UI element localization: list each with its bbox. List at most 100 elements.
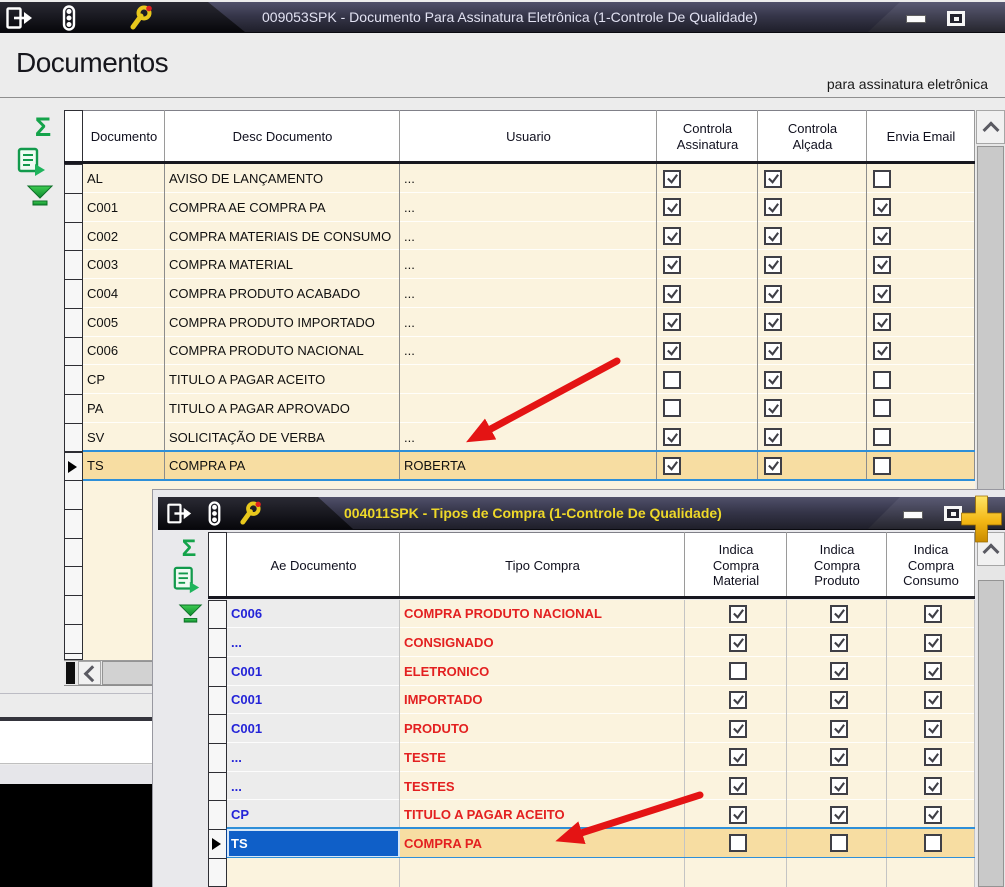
cell-envia_email[interactable] xyxy=(867,307,975,337)
cell-indica_compra_produto[interactable] xyxy=(787,685,887,715)
checkbox-envia_email[interactable] xyxy=(873,255,891,274)
cell-controla_alcada[interactable] xyxy=(758,164,867,194)
scroll-left-button-w1[interactable] xyxy=(78,661,101,685)
checkbox-controla_assinatura[interactable] xyxy=(663,198,681,217)
checkbox-indica_compra_consumo[interactable] xyxy=(924,690,942,709)
cell-ae_documento[interactable]: TS xyxy=(227,829,400,858)
checkbox-envia_email[interactable] xyxy=(873,227,891,246)
checkbox-controla_alcada[interactable] xyxy=(764,169,782,188)
cell-tipo_compra[interactable]: ELETRONICO xyxy=(400,656,685,686)
cell-indica_compra_consumo[interactable] xyxy=(887,628,975,657)
cell-ae_documento[interactable]: C006 xyxy=(227,599,400,629)
checkbox-indica_compra_produto[interactable] xyxy=(830,777,848,796)
cell-ae_documento[interactable]: C001 xyxy=(227,685,400,715)
minimize-button[interactable] xyxy=(906,15,926,23)
checkbox-envia_email[interactable] xyxy=(873,313,891,332)
titlebar-window-2[interactable]: 004011SPK - Tipos de Compra (1-Controle … xyxy=(158,497,1005,530)
checkbox-indica_compra_produto[interactable] xyxy=(830,690,848,709)
row-selector[interactable] xyxy=(64,307,83,338)
cell-tipo_compra[interactable]: TITULO A PAGAR ACEITO xyxy=(400,800,685,830)
scroll-thumb-w2[interactable] xyxy=(978,580,1004,887)
checkbox-controla_alcada[interactable] xyxy=(764,428,782,447)
cell-tipo_compra[interactable]: COMPRA PA xyxy=(400,829,685,858)
checkbox-controla_alcada[interactable] xyxy=(764,284,782,303)
wrench-icon[interactable] xyxy=(236,501,263,529)
row-selector[interactable] xyxy=(208,857,227,887)
checkbox-controla_assinatura[interactable] xyxy=(663,227,681,246)
cell-indica_compra_consumo[interactable] xyxy=(887,685,975,715)
cell-envia_email[interactable] xyxy=(867,451,975,481)
cell-tipo_compra[interactable]: PRODUTO xyxy=(400,714,685,743)
checkbox-indica_compra_produto[interactable] xyxy=(830,633,848,652)
cell-controla_alcada[interactable] xyxy=(758,422,867,452)
row-selector[interactable] xyxy=(208,800,227,831)
row-selector[interactable] xyxy=(64,566,83,597)
checkbox-controla_alcada[interactable] xyxy=(764,370,782,389)
checkbox-envia_email[interactable] xyxy=(873,169,891,188)
sigma-button[interactable]: Σ xyxy=(174,536,204,562)
cell-indica_compra_consumo[interactable] xyxy=(887,800,975,830)
cell-usuario[interactable]: ... xyxy=(400,250,657,280)
cell-controla_alcada[interactable] xyxy=(758,279,867,308)
cell-documento[interactable]: PA xyxy=(83,394,165,423)
cell-indica_compra_produto[interactable] xyxy=(787,829,887,858)
cell-usuario[interactable]: ... xyxy=(400,422,657,452)
cell-desc[interactable]: COMPRA PA xyxy=(165,451,400,481)
checkbox-indica_compra_produto[interactable] xyxy=(830,662,848,681)
checkbox-indica_compra_produto[interactable] xyxy=(830,719,848,738)
cell-documento[interactable]: CP xyxy=(83,365,165,395)
row-selector[interactable] xyxy=(64,451,83,482)
cell-indica_compra_produto[interactable] xyxy=(787,771,887,801)
cell-tipo_compra[interactable]: CONSIGNADO xyxy=(400,628,685,657)
cell-indica_compra_material[interactable] xyxy=(685,743,787,772)
cell-documento[interactable]: C001 xyxy=(83,193,165,222)
checkbox-indica_compra_material[interactable] xyxy=(729,834,747,853)
checkbox-indica_compra_material[interactable] xyxy=(729,604,747,623)
cell-indica_compra_material[interactable] xyxy=(685,656,787,686)
cell-controla_assinatura[interactable] xyxy=(657,336,758,366)
export-button[interactable] xyxy=(6,145,58,179)
checkbox-indica_compra_consumo[interactable] xyxy=(924,805,942,824)
cell-indica_compra_consumo[interactable] xyxy=(887,771,975,801)
cell-envia_email[interactable] xyxy=(867,193,975,222)
cell-indica_compra_consumo[interactable] xyxy=(887,829,975,858)
checkbox-envia_email[interactable] xyxy=(873,341,891,360)
row-selector[interactable] xyxy=(64,508,83,539)
cell-indica_compra_material[interactable] xyxy=(685,685,787,715)
checkbox-indica_compra_consumo[interactable] xyxy=(924,633,942,652)
wrench-icon[interactable] xyxy=(126,5,154,32)
checkbox-indica_compra_material[interactable] xyxy=(729,662,747,681)
cell-ae_documento[interactable]: CP xyxy=(227,800,400,830)
checkbox-controla_assinatura[interactable] xyxy=(663,284,681,303)
cell-controla_alcada[interactable] xyxy=(758,365,867,395)
exit-icon[interactable] xyxy=(6,7,34,32)
cell-indica_compra_material[interactable] xyxy=(685,599,787,629)
traffic-light-icon[interactable] xyxy=(204,501,225,529)
cell-controla_assinatura[interactable] xyxy=(657,250,758,280)
cell-desc[interactable]: COMPRA PRODUTO ACABADO xyxy=(165,279,400,308)
row-selector[interactable] xyxy=(208,656,227,687)
cell-envia_email[interactable] xyxy=(867,422,975,452)
cell-usuario[interactable]: ... xyxy=(400,279,657,308)
checkbox-indica_compra_consumo[interactable] xyxy=(924,604,942,623)
cell-indica_compra_material[interactable] xyxy=(685,800,787,830)
export-button[interactable] xyxy=(166,564,208,596)
cell-documento[interactable]: C002 xyxy=(83,221,165,251)
checkbox-indica_compra_produto[interactable] xyxy=(830,805,848,824)
checkbox-indica_compra_material[interactable] xyxy=(729,719,747,738)
cell-controla_alcada[interactable] xyxy=(758,336,867,366)
checkbox-indica_compra_material[interactable] xyxy=(729,690,747,709)
cell-controla_alcada[interactable] xyxy=(758,307,867,337)
row-selector[interactable] xyxy=(64,193,83,223)
checkbox-controla_alcada[interactable] xyxy=(764,255,782,274)
cell-controla_alcada[interactable] xyxy=(758,250,867,280)
cell-usuario[interactable]: ROBERTA xyxy=(400,451,657,481)
cell-indica_compra_consumo[interactable] xyxy=(887,656,975,686)
cell-usuario[interactable]: ... xyxy=(400,221,657,251)
cell-envia_email[interactable] xyxy=(867,221,975,251)
checkbox-controla_alcada[interactable] xyxy=(764,198,782,217)
traffic-light-icon[interactable] xyxy=(58,5,80,32)
row-selector[interactable] xyxy=(208,628,227,658)
filter-button[interactable] xyxy=(18,182,62,210)
add-button[interactable] xyxy=(958,492,1005,550)
